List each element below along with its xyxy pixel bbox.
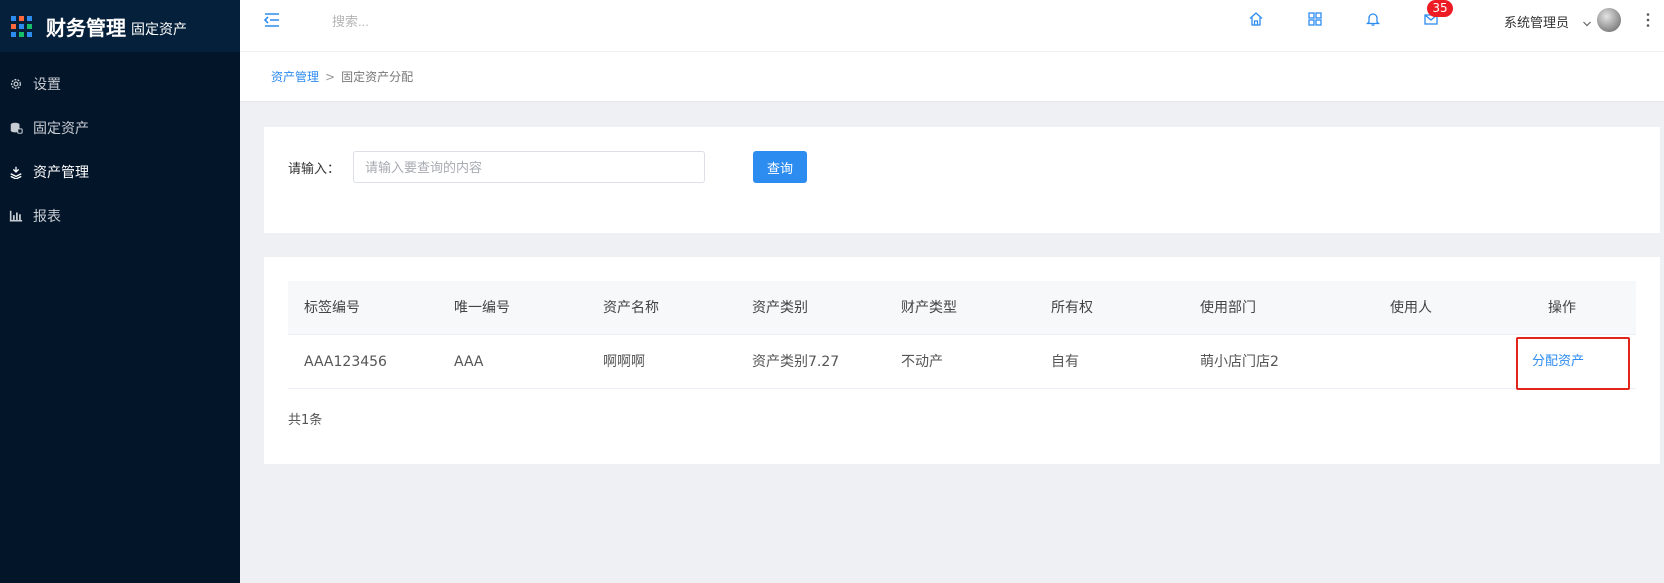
avatar[interactable]	[1597, 8, 1621, 32]
apps-icon[interactable]	[1307, 11, 1323, 27]
sidebar-item-label: 设置	[33, 77, 61, 93]
sidebar-item-reports[interactable]: 报表	[0, 194, 240, 238]
brand-title: 财务管理	[46, 15, 126, 40]
total-count: 共1条	[288, 413, 323, 428]
query-input[interactable]	[353, 151, 705, 183]
menu-collapse-icon[interactable]	[262, 10, 282, 30]
cell-unique-no: AAA	[454, 354, 484, 370]
column-header[interactable]: 唯一编号	[454, 281, 510, 335]
column-header[interactable]: 所有权	[1051, 281, 1093, 335]
breadcrumb-current: 固定资产分配	[341, 70, 414, 84]
breadcrumb-parent[interactable]: 资产管理	[271, 68, 319, 85]
breadcrumb-separator: >	[325, 69, 336, 84]
sidebar-item-label: 固定资产	[33, 121, 89, 137]
sidebar-item-asset-management[interactable]: 资产管理	[0, 150, 240, 194]
query-label: 请输入：	[288, 162, 341, 177]
sidebar-item-fixed-assets[interactable]: 固定资产	[0, 106, 240, 150]
cell-asset-name: 啊啊啊	[603, 354, 645, 370]
chevron-down-icon[interactable]	[1582, 14, 1592, 27]
query-button[interactable]: 查询	[753, 151, 807, 183]
search-input[interactable]	[332, 10, 552, 32]
sidebar-item-label: 资产管理	[33, 165, 89, 181]
home-icon[interactable]	[1248, 11, 1264, 27]
more-vertical-icon[interactable]	[1646, 12, 1650, 28]
cell-tag-no: AAA123456	[304, 354, 387, 370]
database-icon	[9, 121, 23, 135]
stack-icon	[9, 165, 23, 179]
column-header[interactable]: 资产名称	[603, 281, 659, 335]
assign-asset-link[interactable]: 分配资产	[1532, 335, 1584, 389]
cell-department: 萌小店门店2	[1200, 354, 1279, 370]
sidebar-menu: 设置 固定资产 资产管理 报表	[0, 62, 240, 238]
column-header[interactable]: 标签编号	[304, 281, 360, 335]
sidebar: 财务管理 固定资产 设置 固定资产 资产管理 报表	[0, 0, 240, 583]
column-header[interactable]: 财产类型	[901, 281, 957, 335]
breadcrumb: 资产管理 > 固定资产分配	[240, 52, 1664, 102]
top-header: 35 系统管理员	[240, 0, 1664, 52]
table-row: AAA123456 AAA 啊啊啊 资产类别7.27 不动产 自有 萌小店门店2…	[288, 335, 1636, 390]
sidebar-item-settings[interactable]: 设置	[0, 62, 240, 106]
bar-chart-icon	[9, 209, 23, 223]
query-panel: 请输入： 查询	[264, 127, 1660, 233]
mail-badge: 35	[1427, 0, 1453, 17]
table-panel: 标签编号 唯一编号 资产名称 资产类别 财产类型 所有权 使用部门 使用人 操作…	[264, 257, 1660, 464]
bell-icon[interactable]	[1365, 11, 1381, 27]
gear-icon	[9, 77, 23, 91]
app-root: 财务管理 固定资产 设置 固定资产 资产管理 报表 搜索... 35 系统管理员…	[0, 0, 1664, 583]
table-header: 标签编号 唯一编号 资产名称 资产类别 财产类型 所有权 使用部门 使用人 操作	[288, 281, 1636, 335]
column-header[interactable]: 资产类别	[752, 281, 808, 335]
cell-property-type: 不动产	[901, 354, 943, 370]
brand-subtitle: 固定资产	[131, 22, 187, 38]
column-header: 操作	[1548, 300, 1576, 316]
asset-table: 标签编号 唯一编号 资产名称 资产类别 财产类型 所有权 使用部门 使用人 操作…	[288, 281, 1636, 390]
app-grid-icon	[11, 15, 32, 37]
column-header[interactable]: 使用人	[1390, 281, 1432, 335]
brand[interactable]: 财务管理 固定资产	[0, 0, 240, 52]
cell-asset-category: 资产类别7.27	[752, 354, 840, 370]
column-header[interactable]: 使用部门	[1200, 281, 1256, 335]
sidebar-item-label: 报表	[33, 209, 61, 225]
user-name[interactable]: 系统管理员	[1504, 12, 1569, 31]
cell-ownership: 自有	[1051, 354, 1079, 370]
